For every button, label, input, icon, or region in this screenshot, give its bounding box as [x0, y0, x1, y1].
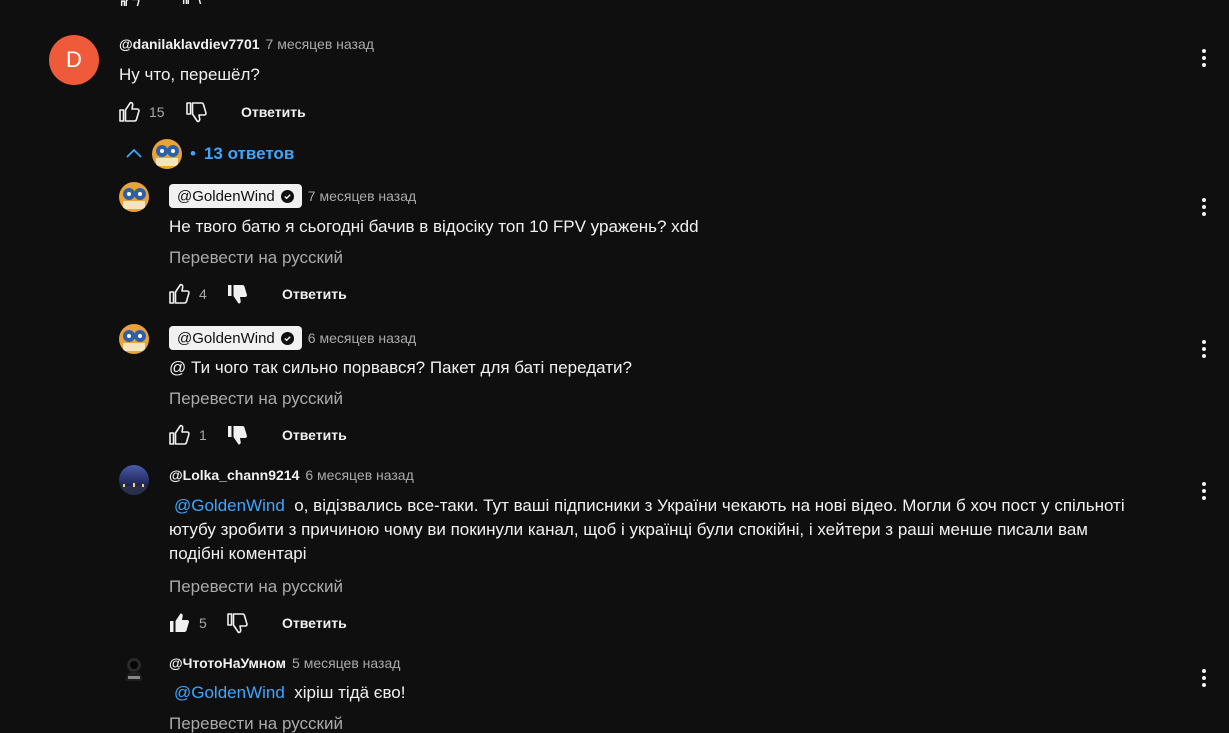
avatar[interactable]: D [49, 35, 99, 85]
avatar[interactable] [119, 324, 149, 354]
avatar[interactable] [119, 465, 149, 495]
thumb-up-icon [169, 283, 190, 304]
comment-author[interactable]: @ЧтотоНаУмном [169, 655, 286, 671]
thumb-down-icon [186, 102, 207, 123]
verified-check-icon [280, 331, 294, 345]
more-actions-icon[interactable] [1192, 46, 1216, 70]
translate-link[interactable]: Перевести на русский [169, 714, 343, 733]
comment-time[interactable]: 7 месяцев назад [266, 36, 374, 52]
like-count: 4 [199, 286, 207, 302]
like-button[interactable] [167, 611, 191, 640]
more-actions-icon[interactable] [1192, 337, 1216, 361]
avatar[interactable] [119, 653, 149, 683]
mention-link[interactable]: @GoldenWind [174, 683, 285, 702]
thumb-down-filled-icon [228, 426, 247, 445]
translate-link[interactable]: Перевести на русский [169, 577, 343, 597]
thumb-up-icon [169, 424, 190, 445]
comment-author: @GoldenWind [177, 187, 275, 205]
comment-text: @ Ти чого так сильно порвався? Пакет для… [169, 358, 632, 377]
thumb-up-icon [119, 101, 140, 122]
comment-text: @GoldenWind о, відізвались все-таки. Тут… [169, 496, 1125, 563]
previous-comment-dislike-icon[interactable] [180, 0, 202, 4]
comment-text: Ну что, перешёл? [119, 65, 260, 84]
avatar[interactable] [119, 182, 149, 212]
comment-time[interactable]: 6 месяцев назад [305, 467, 413, 483]
mention-link[interactable]: @GoldenWind [174, 496, 285, 515]
like-count: 15 [149, 104, 165, 120]
like-button[interactable] [117, 100, 141, 129]
comment-text: Не твого батю я сьогодні бачив в відосік… [169, 217, 699, 236]
comment-author[interactable]: @Lolka_chann9214 [169, 467, 299, 483]
like-button[interactable] [167, 423, 191, 452]
chevron-up-icon [126, 148, 142, 158]
reply-button[interactable]: Ответить [282, 615, 347, 631]
thumb-up-filled-icon [170, 613, 189, 632]
dislike-button[interactable] [184, 100, 208, 129]
thumb-down-filled-icon [228, 285, 247, 304]
channel-owner-badge[interactable]: @GoldenWind [169, 326, 302, 350]
replier-avatar [152, 139, 182, 169]
more-actions-icon[interactable] [1192, 666, 1216, 690]
like-button[interactable] [167, 282, 191, 311]
verified-check-icon [280, 189, 294, 203]
channel-owner-badge[interactable]: @GoldenWind [169, 184, 302, 208]
translate-link[interactable]: Перевести на русский [169, 248, 343, 268]
comment-author: @GoldenWind [177, 329, 275, 347]
comment-text: @GoldenWind хіріш тідä єво! [174, 683, 406, 702]
reply-button[interactable]: Ответить [282, 286, 347, 302]
like-count: 5 [199, 615, 207, 631]
like-count: 1 [199, 427, 207, 443]
previous-comment-like-icon[interactable] [118, 0, 140, 6]
translate-link[interactable]: Перевести на русский [169, 389, 343, 409]
comment-time[interactable]: 7 месяцев назад [308, 188, 416, 204]
replies-toggle[interactable]: • 13 ответов [124, 139, 294, 169]
reply-button[interactable]: Ответить [282, 427, 347, 443]
comment-author[interactable]: @danilaklavdiev7701 [119, 36, 260, 52]
more-actions-icon[interactable] [1192, 195, 1216, 219]
dislike-button[interactable] [225, 423, 249, 452]
comment-time[interactable]: 5 месяцев назад [292, 655, 400, 671]
comment-time[interactable]: 6 месяцев назад [308, 330, 416, 346]
more-actions-icon[interactable] [1192, 479, 1216, 503]
dislike-button[interactable] [225, 611, 249, 640]
thumb-down-icon [227, 613, 248, 634]
reply-button[interactable]: Ответить [241, 104, 306, 120]
dislike-button[interactable] [225, 282, 249, 311]
replies-count-label[interactable]: 13 ответов [204, 144, 294, 164]
